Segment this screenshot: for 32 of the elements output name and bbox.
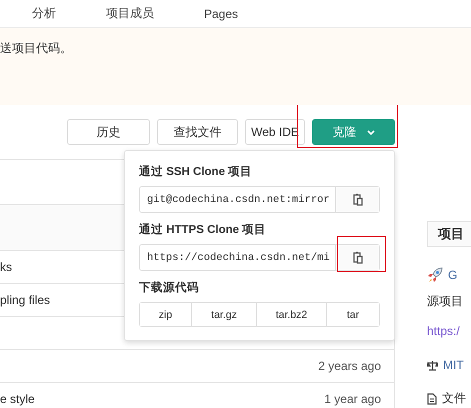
file-row[interactable]: 2 years ago (0, 349, 394, 382)
highlight-frame (337, 236, 386, 272)
file-name[interactable]: e style (0, 392, 35, 406)
project-link[interactable]: MIT (443, 358, 464, 372)
panel-title: 项目 (427, 221, 471, 247)
document-icon (427, 392, 437, 404)
section-label: 通过 SSH Clone 项目 (139, 164, 254, 179)
file-name[interactable]: pling files (0, 293, 50, 307)
rocket-icon (427, 267, 443, 283)
download-button[interactable]: zip (140, 303, 192, 326)
commit-time: 1 year ago (324, 392, 381, 406)
commit-time: 2 years ago (318, 359, 381, 373)
section-label: 通过 HTTPS Clone 项目 (139, 222, 268, 237)
banner-text: 送项目代码。 (0, 41, 72, 55)
info-text: 源项目 (427, 293, 463, 310)
file-row[interactable]: e style 1 year ago (0, 382, 394, 408)
scale-icon (427, 360, 438, 370)
info-text: 文件 (442, 390, 466, 407)
copy-icon (352, 251, 362, 264)
section-label: 下载源代码 (139, 280, 200, 295)
copy-icon (352, 193, 362, 206)
nav-tab[interactable]: 项目成员 (106, 5, 154, 22)
toolbar-button[interactable]: 查找文件 (157, 119, 238, 145)
nav-tab[interactable]: Pages (204, 6, 238, 20)
copy-button[interactable] (336, 245, 379, 270)
file-name[interactable]: ks (0, 260, 12, 274)
chevron-down-icon (366, 130, 374, 134)
copy-button[interactable] (336, 187, 379, 212)
project-link[interactable]: https:/ (427, 324, 460, 338)
nav-tab[interactable]: 分析 (32, 5, 56, 22)
project-link[interactable]: G (448, 268, 458, 282)
toolbar-button[interactable]: 历史 (67, 119, 150, 145)
